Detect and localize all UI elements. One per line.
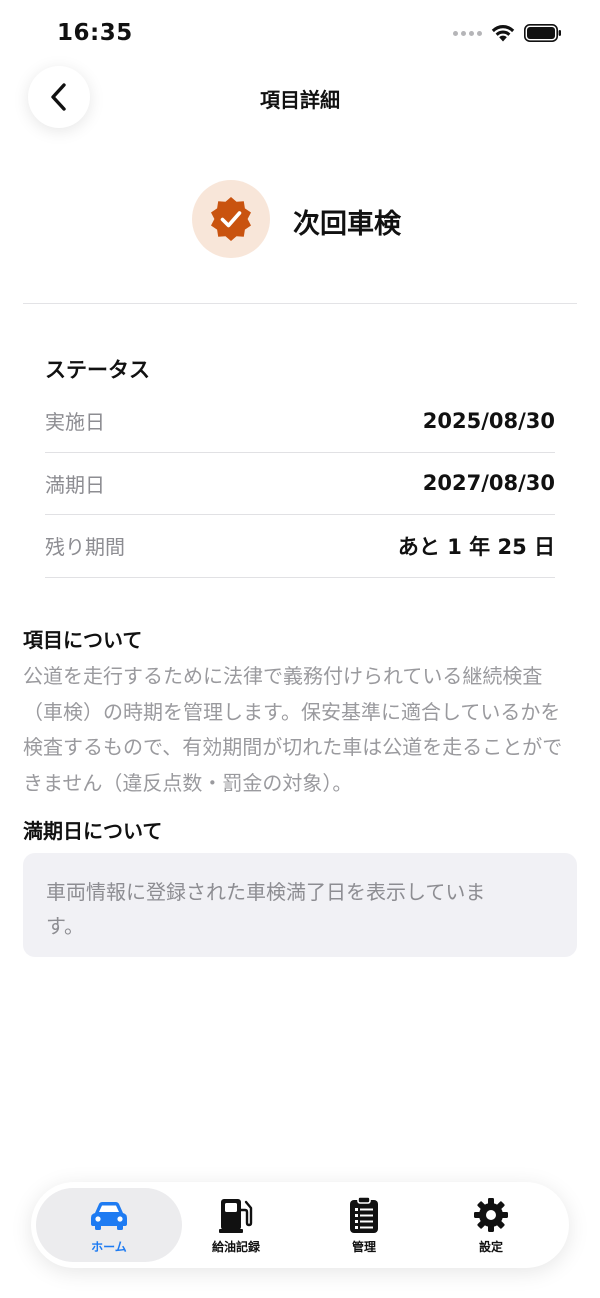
tab-label: ホーム [91,1240,127,1254]
expiry-note-text: 車両情報に登録された車検満了日を表示しています。 [46,880,486,938]
status-row-remaining: 残り期間 あと 1 年 25 日 [45,515,555,578]
gear-icon [474,1198,508,1232]
item-icon-badge [192,180,270,258]
about-section: 項目について 公道を走行するために法律で義務付けられている継続検査（車検）の時期… [23,624,577,801]
status-row-expiry-date: 満期日 2027/08/30 [45,453,555,515]
item-header: 次回車検 [0,180,600,262]
status-icons [453,24,562,42]
tab-home[interactable]: ホーム [36,1188,182,1262]
tab-fuel-log[interactable]: 給油記録 [171,1188,301,1262]
tab-manage[interactable]: 管理 [299,1188,429,1262]
expiry-heading: 満期日について [23,819,163,843]
fuel-pump-icon [219,1199,253,1233]
row-value: 2027/08/30 [422,471,555,496]
navigation-bar: 項目詳細 [0,64,600,132]
status-time: 16:35 [57,20,133,46]
item-title: 次回車検 [293,209,401,240]
car-icon [91,1202,127,1230]
row-value: 2025/08/30 [422,408,555,433]
signal-icon [453,30,482,36]
tab-label: 管理 [351,1240,376,1254]
battery-icon [524,24,561,42]
about-text: 公道を走行するために法律で義務付けられている継続検査（車検）の時期を管理します。… [23,664,563,795]
divider [23,303,577,304]
about-heading: 項目について [23,628,143,652]
status-heading: ステータス [45,358,150,382]
expiry-note-box: 車両情報に登録された車検満了日を表示しています。 [23,853,577,957]
row-label: 実施日 [45,410,105,435]
tab-label: 給油記録 [211,1240,260,1254]
verified-badge-icon [211,197,251,241]
row-label: 満期日 [45,472,105,497]
status-section: ステータス 実施日 2025/08/30 満期日 2027/08/30 残り期間… [45,352,555,578]
row-label: 残り期間 [45,535,125,560]
row-value: あと 1 年 25 日 [397,534,555,559]
clipboard-icon [350,1196,378,1233]
status-bar: 16:35 [0,0,600,64]
status-row-performed-date: 実施日 2025/08/30 [45,390,555,453]
tab-label: 設定 [478,1240,503,1254]
tab-settings[interactable]: 設定 [426,1188,556,1262]
page-title: 項目詳細 [260,88,340,112]
tab-bar: ホーム 給油記録 管理 設定 [31,1182,569,1268]
wifi-icon [491,25,515,42]
